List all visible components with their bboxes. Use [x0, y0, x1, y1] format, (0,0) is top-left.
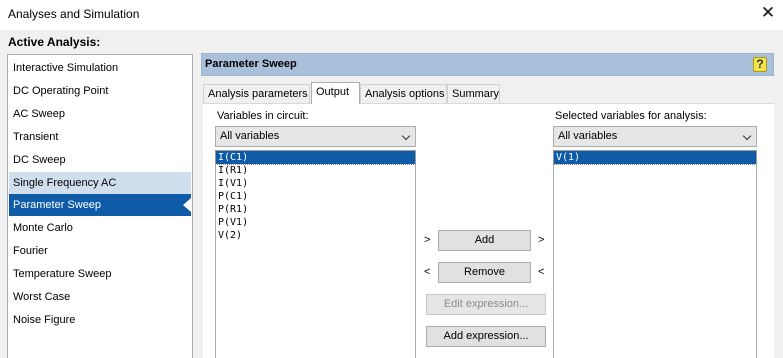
variable-row[interactable]: V(2): [216, 229, 415, 242]
variable-row[interactable]: P(V1): [216, 216, 415, 229]
tab-analysis-parameters[interactable]: Analysis parameters: [203, 84, 310, 104]
selected-variables-label: Selected variables for analysis:: [555, 110, 707, 122]
remove-left-arrow: <: [424, 266, 431, 278]
analysis-item-worst-case[interactable]: Worst Case: [9, 286, 191, 308]
analysis-item-transient[interactable]: Transient: [9, 126, 191, 148]
active-analysis-label: Active Analysis:: [8, 35, 101, 49]
help-icon[interactable]: ?: [753, 57, 767, 72]
title-bar: Analyses and Simulation ✕: [0, 0, 783, 30]
selected-variables-listbox[interactable]: V(1): [553, 150, 757, 358]
analysis-item-noise-figure[interactable]: Noise Figure: [9, 309, 191, 331]
analysis-item-interactive-simulation[interactable]: Interactive Simulation: [9, 57, 191, 79]
selected-filter-value: All variables: [558, 130, 618, 142]
variables-filter-select[interactable]: All variables: [215, 126, 416, 147]
panel-title: Parameter Sweep: [205, 58, 297, 70]
variable-row[interactable]: P(C1): [216, 190, 415, 203]
window-title: Analyses and Simulation: [8, 7, 140, 21]
analysis-item-dc-sweep[interactable]: DC Sweep: [9, 149, 191, 171]
variables-filter-value: All variables: [220, 130, 280, 142]
chevron-down-icon: [401, 131, 411, 141]
variables-in-circuit-label: Variables in circuit:: [217, 110, 309, 122]
analysis-item-single-frequency-ac[interactable]: Single Frequency AC: [9, 171, 191, 194]
tab-summary[interactable]: Summary: [447, 84, 500, 104]
variable-row[interactable]: I(C1): [215, 150, 416, 165]
chevron-down-icon: [742, 131, 752, 141]
edit-expression-button[interactable]: Edit expression...: [426, 294, 546, 315]
analysis-item-fourier[interactable]: Fourier: [9, 240, 191, 262]
tab-analysis-options[interactable]: Analysis options: [360, 84, 447, 104]
tab-output[interactable]: Output: [311, 82, 360, 104]
analysis-item-ac-sweep[interactable]: AC Sweep: [9, 103, 191, 125]
selected-variable-row[interactable]: V(1): [553, 150, 757, 165]
analysis-item-parameter-sweep[interactable]: Parameter Sweep: [9, 194, 191, 217]
add-left-arrow: >: [424, 234, 431, 246]
analysis-item-monte-carlo[interactable]: Monte Carlo: [9, 217, 191, 239]
close-icon[interactable]: ✕: [759, 4, 777, 22]
analysis-item-dc-operating-point[interactable]: DC Operating Point: [9, 80, 191, 102]
remove-button[interactable]: Remove: [438, 262, 531, 283]
remove-right-arrow: <: [538, 266, 545, 278]
variable-row[interactable]: P(R1): [216, 203, 415, 216]
variable-row[interactable]: I(V1): [216, 177, 415, 190]
selected-filter-select[interactable]: All variables: [553, 126, 757, 147]
add-right-arrow: >: [538, 234, 545, 246]
panel-header: Parameter Sweep ?: [201, 53, 774, 76]
analysis-item-temperature-sweep[interactable]: Temperature Sweep: [9, 263, 191, 285]
variable-row[interactable]: I(R1): [216, 164, 415, 177]
analysis-list[interactable]: Interactive Simulation DC Operating Point…: [7, 54, 193, 358]
add-expression-button[interactable]: Add expression...: [426, 326, 546, 347]
output-tab-panel: Variables in circuit: All variables I(C1…: [203, 103, 774, 358]
add-button[interactable]: Add: [438, 230, 531, 251]
variables-listbox[interactable]: I(C1) I(R1) I(V1) P(C1) P(R1) P(V1) V(2): [215, 150, 416, 358]
